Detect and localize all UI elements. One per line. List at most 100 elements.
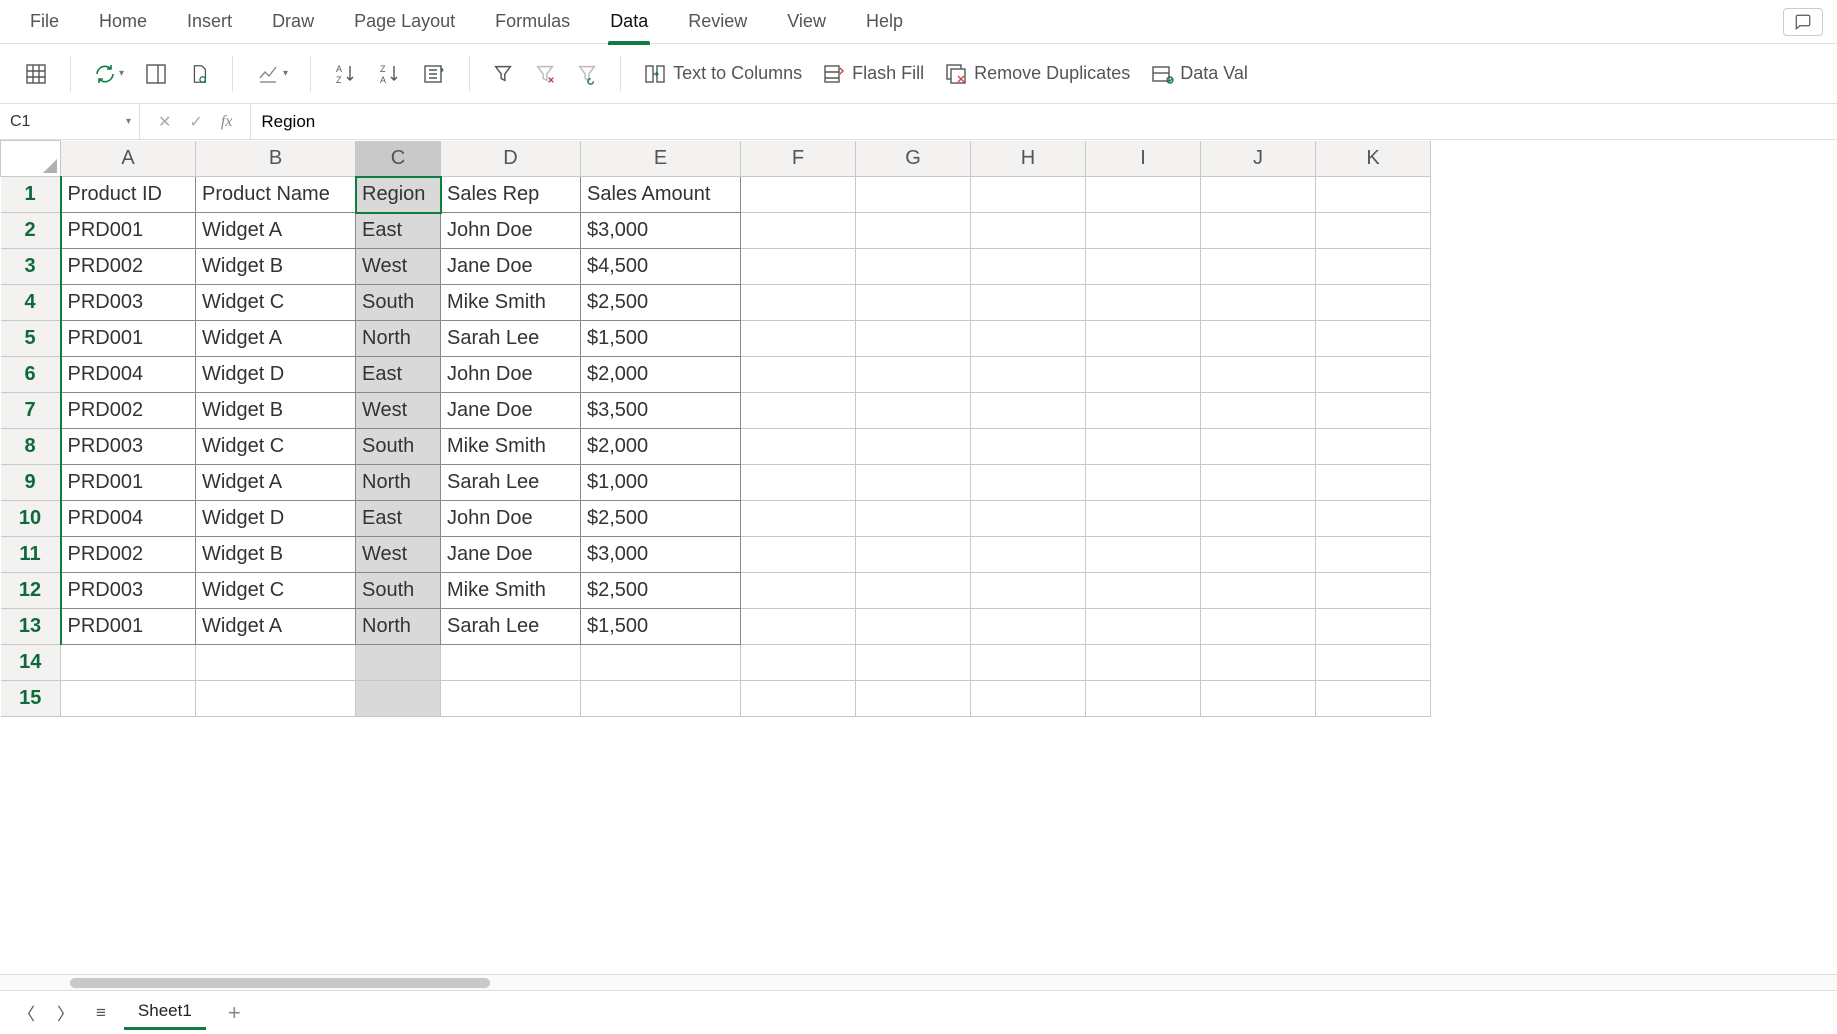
cell-B8[interactable]: Widget C [196, 429, 356, 465]
cell-B15[interactable] [196, 681, 356, 717]
cell-B14[interactable] [196, 645, 356, 681]
cell-H11[interactable] [971, 537, 1086, 573]
cell-K7[interactable] [1316, 393, 1431, 429]
cell-H10[interactable] [971, 501, 1086, 537]
cell-I2[interactable] [1086, 213, 1201, 249]
column-header-D[interactable]: D [441, 141, 581, 177]
cell-E8[interactable]: $2,000 [581, 429, 741, 465]
tab-data[interactable]: Data [590, 0, 668, 44]
cell-F9[interactable] [741, 465, 856, 501]
row-header-9[interactable]: 9 [1, 465, 61, 501]
column-header-G[interactable]: G [856, 141, 971, 177]
cell-C12[interactable]: South [356, 573, 441, 609]
cell-A2[interactable]: PRD001 [61, 213, 196, 249]
formula-input[interactable] [250, 104, 1837, 139]
get-data-button[interactable] [18, 58, 54, 90]
reapply-filter-button[interactable] [570, 59, 604, 89]
cell-J1[interactable] [1201, 177, 1316, 213]
cell-I11[interactable] [1086, 537, 1201, 573]
cell-G14[interactable] [856, 645, 971, 681]
cell-E3[interactable]: $4,500 [581, 249, 741, 285]
cell-E4[interactable]: $2,500 [581, 285, 741, 321]
cell-A1[interactable]: Product ID [61, 177, 196, 213]
cell-A5[interactable]: PRD001 [61, 321, 196, 357]
cell-E6[interactable]: $2,000 [581, 357, 741, 393]
cell-D11[interactable]: Jane Doe [441, 537, 581, 573]
row-header-3[interactable]: 3 [1, 249, 61, 285]
cell-J2[interactable] [1201, 213, 1316, 249]
row-header-6[interactable]: 6 [1, 357, 61, 393]
name-box[interactable]: C1 ▾ [0, 104, 140, 139]
cell-D3[interactable]: Jane Doe [441, 249, 581, 285]
cell-D5[interactable]: Sarah Lee [441, 321, 581, 357]
cell-I10[interactable] [1086, 501, 1201, 537]
cell-K13[interactable] [1316, 609, 1431, 645]
cell-J8[interactable] [1201, 429, 1316, 465]
column-header-A[interactable]: A [61, 141, 196, 177]
cell-A4[interactable]: PRD003 [61, 285, 196, 321]
cell-J5[interactable] [1201, 321, 1316, 357]
cell-G2[interactable] [856, 213, 971, 249]
column-header-E[interactable]: E [581, 141, 741, 177]
flash-fill-button[interactable]: Flash Fill [816, 58, 930, 90]
cell-K6[interactable] [1316, 357, 1431, 393]
cell-D12[interactable]: Mike Smith [441, 573, 581, 609]
cell-K14[interactable] [1316, 645, 1431, 681]
cell-D10[interactable]: John Doe [441, 501, 581, 537]
properties-button[interactable] [182, 58, 216, 90]
cell-F11[interactable] [741, 537, 856, 573]
cell-A15[interactable] [61, 681, 196, 717]
cell-J15[interactable] [1201, 681, 1316, 717]
cell-B12[interactable]: Widget C [196, 573, 356, 609]
all-sheets-button[interactable]: ≡ [92, 1001, 110, 1025]
cell-E15[interactable] [581, 681, 741, 717]
cell-H4[interactable] [971, 285, 1086, 321]
column-header-C[interactable]: C [356, 141, 441, 177]
cell-D13[interactable]: Sarah Lee [441, 609, 581, 645]
cell-I12[interactable] [1086, 573, 1201, 609]
cell-G7[interactable] [856, 393, 971, 429]
cell-F8[interactable] [741, 429, 856, 465]
cell-F15[interactable] [741, 681, 856, 717]
cell-A3[interactable]: PRD002 [61, 249, 196, 285]
cell-A8[interactable]: PRD003 [61, 429, 196, 465]
tab-formulas[interactable]: Formulas [475, 0, 590, 44]
cell-J3[interactable] [1201, 249, 1316, 285]
cell-C8[interactable]: South [356, 429, 441, 465]
cell-I1[interactable] [1086, 177, 1201, 213]
cell-E11[interactable]: $3,000 [581, 537, 741, 573]
tab-page-layout[interactable]: Page Layout [334, 0, 475, 44]
sort-ascending-button[interactable]: AZ [327, 58, 363, 90]
cell-C2[interactable]: East [356, 213, 441, 249]
cell-K4[interactable] [1316, 285, 1431, 321]
cell-J10[interactable] [1201, 501, 1316, 537]
cell-K1[interactable] [1316, 177, 1431, 213]
cell-F10[interactable] [741, 501, 856, 537]
cell-D4[interactable]: Mike Smith [441, 285, 581, 321]
cell-G12[interactable] [856, 573, 971, 609]
sheet-nav-next[interactable]: 〉 [53, 998, 78, 1027]
column-header-I[interactable]: I [1086, 141, 1201, 177]
cell-D7[interactable]: Jane Doe [441, 393, 581, 429]
cell-I8[interactable] [1086, 429, 1201, 465]
cell-G9[interactable] [856, 465, 971, 501]
column-header-K[interactable]: K [1316, 141, 1431, 177]
cell-J13[interactable] [1201, 609, 1316, 645]
cell-B4[interactable]: Widget C [196, 285, 356, 321]
cell-J14[interactable] [1201, 645, 1316, 681]
cell-E2[interactable]: $3,000 [581, 213, 741, 249]
cell-C7[interactable]: West [356, 393, 441, 429]
row-header-11[interactable]: 11 [1, 537, 61, 573]
formula-enter-button[interactable]: ✓ [183, 110, 208, 134]
cell-C11[interactable]: West [356, 537, 441, 573]
cell-K10[interactable] [1316, 501, 1431, 537]
refresh-all-button[interactable]: ▾ [87, 58, 130, 90]
cell-G6[interactable] [856, 357, 971, 393]
cell-D14[interactable] [441, 645, 581, 681]
cell-K3[interactable] [1316, 249, 1431, 285]
cell-B6[interactable]: Widget D [196, 357, 356, 393]
cell-F13[interactable] [741, 609, 856, 645]
tab-review[interactable]: Review [668, 0, 767, 44]
text-to-columns-button[interactable]: Text to Columns [637, 58, 808, 90]
cell-A14[interactable] [61, 645, 196, 681]
